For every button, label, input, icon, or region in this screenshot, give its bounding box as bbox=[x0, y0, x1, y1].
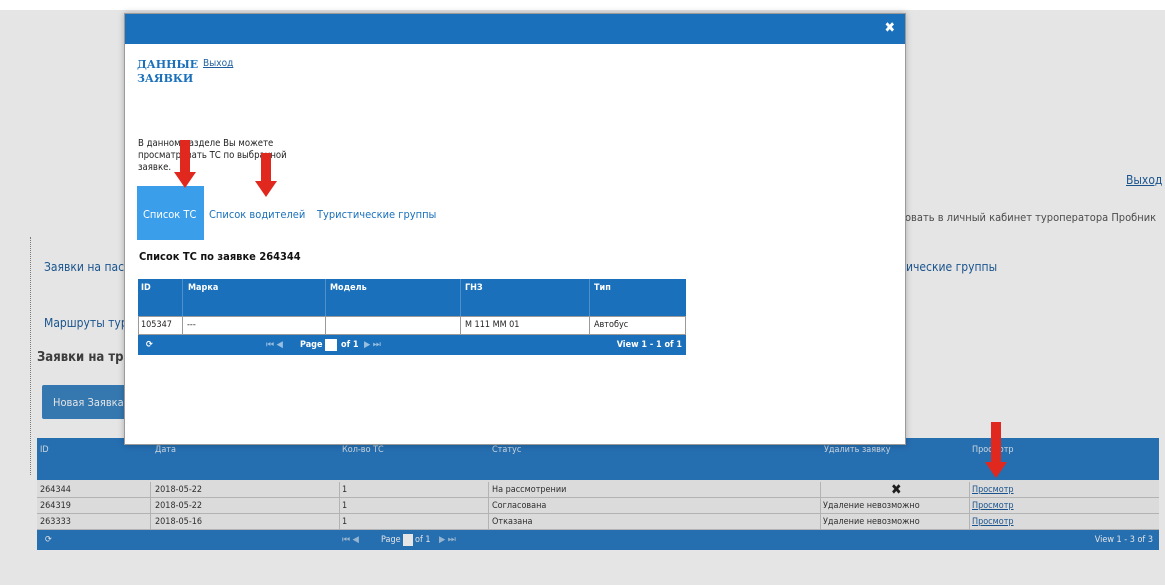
cell-divider bbox=[460, 317, 461, 334]
vehicle-plate: М 111 ММ 01 bbox=[465, 320, 520, 330]
red-arrow-drivers-tab bbox=[255, 153, 277, 197]
modal-header: ✖ bbox=[125, 14, 905, 44]
arrow-head bbox=[985, 462, 1007, 478]
vehicles-table-pager: ⟳ ⏮ ◀ Page of 1 ▶ ⏭ View 1 - 1 of 1 bbox=[138, 335, 686, 355]
arrow-shaft bbox=[991, 422, 1001, 462]
page-input[interactable] bbox=[325, 339, 337, 351]
arrow-shaft bbox=[180, 140, 190, 172]
arrow-shaft bbox=[261, 153, 271, 181]
cell-divider bbox=[589, 317, 590, 334]
header-divider bbox=[589, 279, 590, 316]
pager-prev-icons[interactable]: ⏮ ◀ bbox=[266, 340, 283, 350]
vehicle-type: Автобус bbox=[594, 320, 629, 330]
vehicles-table: ID Марка Модель ГНЗ Тип 105347 --- М 111… bbox=[138, 279, 686, 355]
header-divider bbox=[460, 279, 461, 316]
tab-drivers[interactable]: Список водителей bbox=[209, 208, 305, 221]
modal-title: ДАННЫЕ ЗАЯВКИ bbox=[137, 58, 199, 85]
header-divider bbox=[182, 279, 183, 316]
pager-of-label: of 1 bbox=[341, 340, 359, 350]
header-divider bbox=[325, 279, 326, 316]
col-header-brand[interactable]: Марка bbox=[188, 283, 218, 293]
pager-next-icons[interactable]: ▶ ⏭ bbox=[364, 340, 381, 350]
table-row[interactable]: 105347 --- М 111 ММ 01 Автобус bbox=[138, 316, 686, 335]
close-icon[interactable]: ✖ bbox=[884, 20, 895, 36]
arrow-head bbox=[174, 172, 196, 188]
vehicle-id: 105347 bbox=[141, 320, 172, 330]
request-details-modal: ✖ ДАННЫЕ ЗАЯВКИ Выход В данном разделе В… bbox=[124, 13, 906, 445]
refresh-icon[interactable]: ⟳ bbox=[146, 340, 153, 350]
red-arrow-vehicles-tab bbox=[174, 140, 196, 188]
col-header-type[interactable]: Тип bbox=[594, 283, 611, 293]
tab-tourist-groups[interactable]: Туристические группы bbox=[317, 208, 436, 221]
vehicle-list-title: Список ТС по заявке 264344 bbox=[139, 250, 301, 263]
cell-divider bbox=[182, 317, 183, 334]
red-arrow-view bbox=[985, 422, 1007, 478]
col-header-id[interactable]: ID bbox=[141, 283, 151, 293]
vehicle-brand: --- bbox=[187, 320, 196, 330]
cell-divider bbox=[325, 317, 326, 334]
arrow-head bbox=[255, 181, 277, 197]
modal-exit-link[interactable]: Выход bbox=[203, 58, 233, 69]
pager-page-label: Page bbox=[300, 340, 323, 350]
modal-description: В данном разделе Вы можете просматривать… bbox=[138, 138, 287, 173]
col-header-plate[interactable]: ГНЗ bbox=[465, 283, 483, 293]
pager-view-text: View 1 - 1 of 1 bbox=[616, 340, 682, 350]
top-strip bbox=[0, 0, 1165, 10]
col-header-model[interactable]: Модель bbox=[330, 283, 367, 293]
vehicles-table-header: ID Марка Модель ГНЗ Тип bbox=[138, 279, 686, 316]
tab-vehicles[interactable]: Список ТС bbox=[137, 186, 204, 240]
